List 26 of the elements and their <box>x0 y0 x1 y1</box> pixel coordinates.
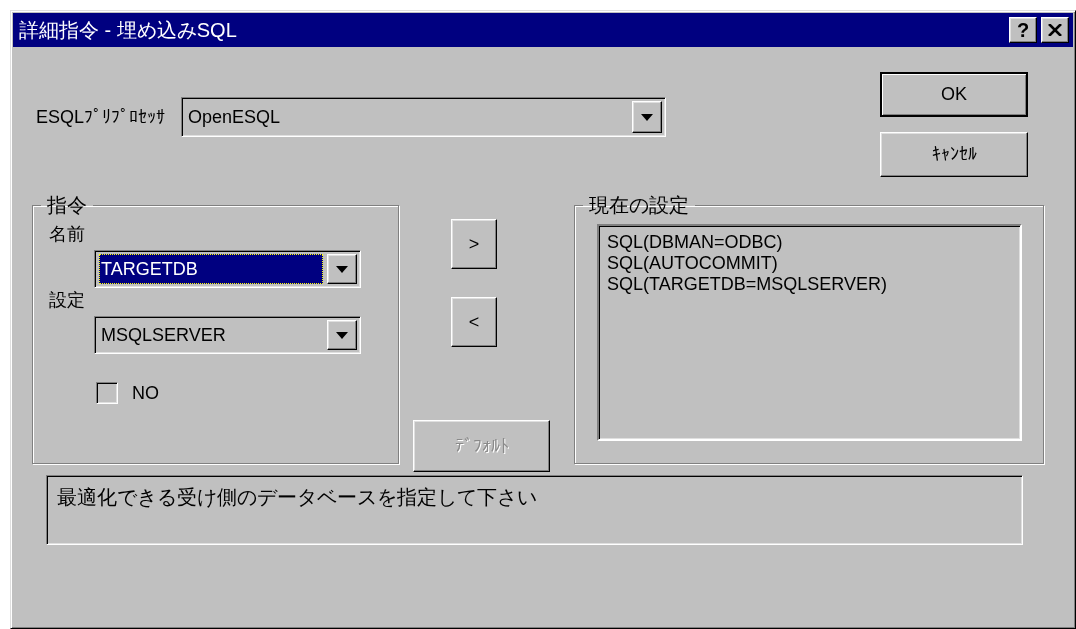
list-box[interactable]: SQL(DBMAN=ODBC) SQL(AUTOCOMMIT) SQL(TARGETDB=MSQLSERVER) <box>597 224 1022 441</box>
group-title: 現在の設定 <box>588 194 690 216</box>
list-item[interactable]: SQL(TARGETDB=MSQLSERVER) <box>607 274 1012 295</box>
dropdown[interactable]: OpenESQL <box>181 97 667 137</box>
caret-icon <box>336 331 348 339</box>
cancel-button[interactable]: ｷｬﾝｾﾙ <box>880 132 1028 177</box>
help-button[interactable]: ? <box>1009 17 1037 43</box>
list-item[interactable]: SQL(DBMAN=ODBC) <box>607 232 1012 253</box>
list-item[interactable]: SQL(AUTOCOMMIT) <box>607 253 1012 274</box>
field-label: 設定 <box>49 289 86 312</box>
ok-button[interactable]: OK <box>880 72 1028 117</box>
caret-icon <box>336 265 348 273</box>
remove-button[interactable]: < <box>451 297 497 347</box>
close-icon <box>1048 24 1062 36</box>
close-button[interactable] <box>1041 17 1069 43</box>
caret-icon <box>641 113 654 121</box>
field-label: ESQLﾌﾟﾘﾌﾟﾛｾｯｻ <box>36 106 166 128</box>
group-title: 指令 <box>46 194 88 216</box>
dropdown[interactable]: MSQLSERVER <box>94 316 361 354</box>
dropdown[interactable]: TARGETDB <box>94 250 361 288</box>
description-text: 最適化できる受け側のデータベースを指定して下さい <box>57 486 537 508</box>
window-title: 詳細指令 - 埋め込みSQL <box>19 17 237 43</box>
checkbox-label[interactable]: NO <box>132 382 159 404</box>
field-label: 名前 <box>49 223 86 246</box>
add-button[interactable]: > <box>451 219 497 269</box>
checkbox[interactable] <box>96 382 118 404</box>
